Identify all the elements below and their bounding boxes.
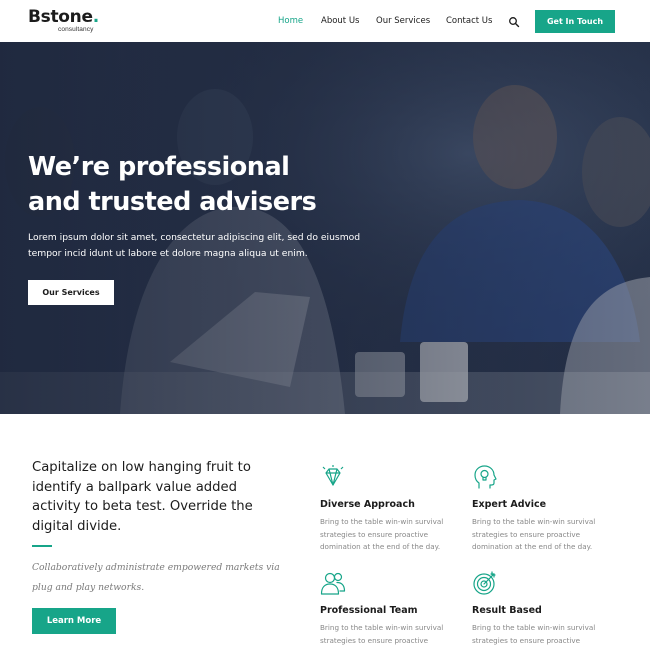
feature-expert-advice: Expert Advice Bring to the table win-win… [472,464,622,564]
hero-title-line-1: We’re professional [28,152,290,182]
feature-text: Bring to the table win-win survival stra… [320,623,444,645]
nav-item-our-services[interactable]: Our Services [376,15,430,27]
feature-text: Bring to the table win-win survival stra… [320,517,444,551]
intro-text: Collaboratively administrate empowered m… [32,562,280,593]
nav-item-about-us[interactable]: About Us [321,15,359,27]
hero-banner: We’re professional and trusted advisers … [0,42,650,414]
feature-title: Professional Team [320,605,418,616]
search-icon[interactable] [508,15,520,28]
feature-result-based: Result Based Bring to the table win-win … [472,570,622,650]
hero-title-line-2: and trusted advisers [28,187,317,217]
hero-title: We’re professional and trusted advisers [28,150,368,220]
feature-title: Diverse Approach [320,499,415,510]
our-services-button[interactable]: Our Services [28,280,114,305]
logo-dot: . [92,7,99,27]
hero-overlay [0,42,650,414]
team-icon [320,570,346,596]
feature-professional-team: Professional Team Bring to the table win… [320,570,470,650]
feature-title: Expert Advice [472,499,547,510]
logo[interactable]: Bstone. consultancy [28,7,128,35]
feature-diverse-approach: Diverse Approach Bring to the table win-… [320,464,470,564]
intro-title: Capitalize on low hanging fruit to ident… [32,460,253,534]
learn-more-button[interactable]: Learn More [32,608,116,634]
hero-description: Lorem ipsum dolor sit amet, consectetur … [28,232,361,259]
logo-name: Bstone. [28,7,99,27]
nav-item-home[interactable]: Home [278,15,303,27]
diamond-icon [320,464,346,490]
feature-title: Result Based [472,605,542,616]
site-header: Bstone. consultancy Home About Us Our Se… [0,0,650,42]
get-in-touch-button[interactable]: Get In Touch [535,10,615,33]
feature-text: Bring to the table win-win survival stra… [472,517,596,551]
target-icon [472,570,498,596]
feature-text: Bring to the table win-win survival stra… [472,623,596,645]
head-lightbulb-icon [472,464,498,490]
logo-tagline: consultancy [58,26,94,33]
nav-item-contact-us[interactable]: Contact Us [446,15,492,27]
accent-divider [32,545,52,547]
